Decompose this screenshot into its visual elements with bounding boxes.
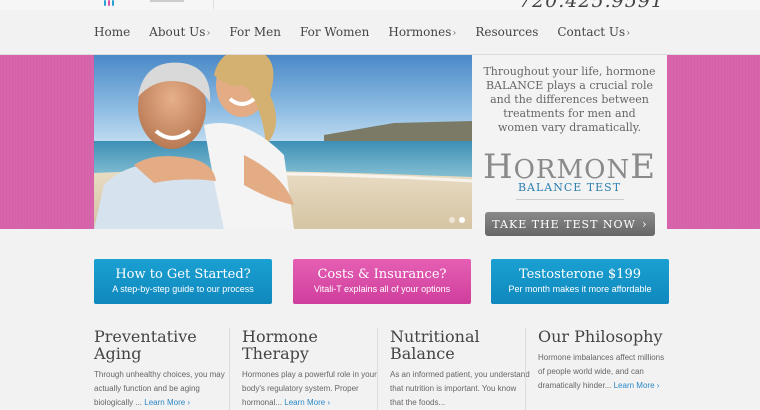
site-logo[interactable] <box>96 0 214 9</box>
logo-text <box>150 0 184 2</box>
nav-item-hormones[interactable]: Hormones› <box>388 25 456 39</box>
costs-insurance-button[interactable]: Costs & Insurance? Vitali-T explains all… <box>293 259 471 304</box>
nav-item-for-women[interactable]: For Women <box>300 25 369 39</box>
nav-item-label: Hormones <box>388 25 452 39</box>
feature-title: Costs & Insurance? <box>317 267 447 282</box>
hero-description: Throughout your life, hormone BALANCE pl… <box>483 65 656 134</box>
learn-more-link[interactable]: Learn More › <box>614 381 660 390</box>
logo-mark <box>104 0 106 6</box>
column-divider <box>229 328 230 410</box>
column-title: Nutritional Balance <box>390 327 480 363</box>
how-to-get-started-button[interactable]: How to Get Started? A step-by-step guide… <box>94 259 272 304</box>
feature-subtitle: A step-by-step guide to our process <box>112 284 254 294</box>
column-nutritional-balance: Nutritional Balance As an informed patie… <box>390 328 530 410</box>
feature-subtitle: Per month makes it more affordable <box>508 284 652 294</box>
feature-title: Testosterone $199 <box>519 267 641 282</box>
column-hormone-therapy: Hormone Therapy Hormones play a powerful… <box>242 328 382 410</box>
column-title: Preventative Aging <box>94 327 197 363</box>
hero-photo[interactable] <box>94 55 472 229</box>
hero-panel: Throughout your life, hormone BALANCE pl… <box>472 55 667 236</box>
column-our-philosophy: Our Philosophy Hormone imbalances affect… <box>538 328 673 393</box>
nav-item-label: For Women <box>299 25 370 39</box>
column-title: Our Philosophy <box>538 327 663 346</box>
column-divider <box>377 328 378 410</box>
slider-pagination <box>449 217 465 223</box>
feature-title: How to Get Started? <box>115 267 251 282</box>
column-text: Through unhealthy choices, you may actua… <box>94 368 234 410</box>
hero-pink-band-right <box>667 55 760 229</box>
nav-item-label: Contact Us <box>557 25 626 39</box>
column-text: Hormone imbalances affect millions of pe… <box>538 351 673 393</box>
nav-item-label: Resources <box>475 25 539 39</box>
hero-divider <box>516 199 624 200</box>
chevron-right-icon: › <box>452 28 457 39</box>
learn-more-link[interactable]: Learn More › <box>284 398 330 407</box>
nav-item-for-men[interactable]: For Men <box>229 25 281 39</box>
nav-item-home[interactable]: Home <box>94 25 130 39</box>
take-test-button[interactable]: TAKE THE TEST NOW › <box>485 212 655 236</box>
logo-mark <box>112 0 114 6</box>
column-divider <box>525 328 526 410</box>
nav-item-label: For Men <box>229 25 281 39</box>
testosterone-price-button[interactable]: Testosterone $199 Per month makes it mor… <box>491 259 669 304</box>
column-title: Hormone Therapy <box>242 327 318 363</box>
take-test-label: TAKE THE TEST NOW <box>492 217 636 231</box>
nav-item-resources[interactable]: Resources <box>475 25 538 39</box>
chevron-right-icon: › <box>626 28 631 39</box>
nav-item-label: About Us <box>149 25 206 39</box>
column-text: As an informed patient, you understand t… <box>390 368 530 410</box>
column-body: As an informed patient, you understand t… <box>390 370 530 407</box>
feature-subtitle: Vitali-T explains all of your options <box>313 284 451 294</box>
logo-mark <box>108 0 110 6</box>
phone-number[interactable]: 720.425.9591 <box>519 0 664 12</box>
hero-pink-band-left <box>0 55 94 229</box>
chevron-right-icon: › <box>206 28 211 39</box>
slider-dot[interactable] <box>449 217 455 223</box>
learn-more-link[interactable]: Learn More › <box>144 398 190 407</box>
column-text: Hormones play a powerful role in your bo… <box>242 368 382 410</box>
slider-dot-active[interactable] <box>459 217 465 223</box>
hero-subtitle: BALANCE TEST <box>517 181 622 194</box>
nav-item-contact-us[interactable]: Contact Us› <box>557 25 630 39</box>
column-preventative-aging: Preventative Aging Through unhealthy cho… <box>94 328 234 410</box>
main-nav: Home About Us› For Men For Women Hormones› Re… <box>94 22 649 42</box>
nav-item-about-us[interactable]: About Us› <box>149 25 210 39</box>
chevron-right-icon: › <box>641 217 648 231</box>
nav-item-label: Home <box>94 25 131 39</box>
